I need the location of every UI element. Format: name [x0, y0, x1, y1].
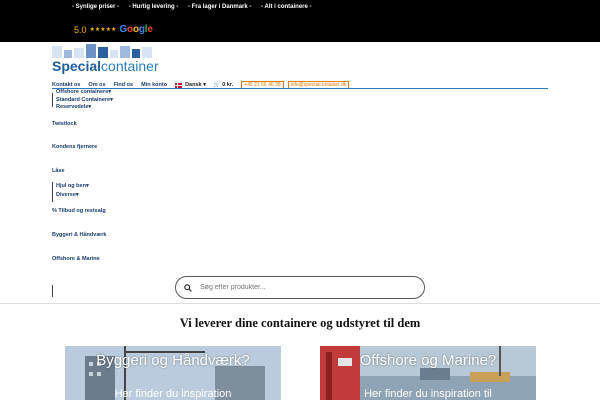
chevron-down-icon: ▾ [85, 183, 89, 189]
menu-item-offshore[interactable]: Offshore containere▾ [56, 89, 111, 95]
card-title: Byggeri og Håndværk? [96, 352, 250, 369]
star-icons: ★★★★★ [89, 27, 117, 33]
menu-item-kondens[interactable]: Kondens fjernere [52, 144, 97, 150]
menu-item-hjul[interactable]: Hjul og ben▾ [56, 183, 89, 189]
menu-item-twistlock[interactable]: Twistlock [52, 121, 77, 127]
search-icon [184, 283, 192, 292]
google-rating[interactable]: 5.0 ★★★★★ Google [74, 24, 153, 35]
card-title: Offshore og Marine? [359, 352, 497, 369]
menu-item-laase[interactable]: Låse [52, 168, 65, 174]
usp-item: - Fra lager i Danmark - [188, 4, 252, 10]
menu-item-byggeri[interactable]: Byggeri & Håndværk [52, 232, 106, 238]
section-heading: Vi leverer dine containere og udstyret t… [179, 316, 421, 330]
card-byggeri[interactable]: Byggeri og Håndværk? Her finder du inspi… [65, 346, 281, 400]
nav-divider [52, 88, 548, 89]
rating-score: 5.0 [74, 24, 87, 35]
google-logo: Google [119, 24, 153, 35]
top-bar: - Synlige priser - - Hurtig levering - -… [0, 0, 600, 42]
menu-item-reservedele[interactable]: Reservedele▾ [56, 104, 91, 110]
menu-divider [52, 285, 53, 297]
product-search[interactable] [175, 276, 425, 299]
chevron-down-icon: ▾ [75, 192, 79, 198]
danish-flag-icon [175, 82, 183, 88]
chevron-down-icon: ▾ [108, 89, 112, 95]
menu-divider [52, 93, 53, 107]
menu-item-standard[interactable]: Standard Containere▾ [56, 97, 113, 103]
card-subtitle: Her finder du inspiration [114, 388, 232, 400]
menu-divider [52, 182, 53, 202]
logo-text: Specialcontainer [52, 58, 159, 74]
menu-item-tilbud[interactable]: % Tilbud og restsalg [52, 208, 106, 214]
logo-squares-icon [52, 44, 162, 58]
usp-item: - Synlige priser - [72, 4, 120, 10]
card-offshore[interactable]: Offshore og Marine? Her finder du inspir… [320, 346, 536, 400]
chevron-down-icon: ▾ [88, 104, 92, 110]
usp-item: - Alt i containere - [261, 4, 312, 10]
menu-item-diverse[interactable]: Diverse▾ [56, 192, 79, 198]
card-subtitle: Her finder du inspiration til [364, 388, 492, 400]
search-input[interactable] [198, 283, 402, 292]
usp-list: - Synlige priser - - Hurtig levering - -… [72, 4, 320, 10]
menu-item-offshore-marine[interactable]: Offshore & Marine [52, 256, 100, 262]
site-logo[interactable]: Specialcontainer [52, 44, 162, 78]
section-divider [0, 303, 600, 304]
chevron-down-icon: ▾ [110, 97, 113, 103]
usp-item: - Hurtig levering - [128, 4, 179, 10]
